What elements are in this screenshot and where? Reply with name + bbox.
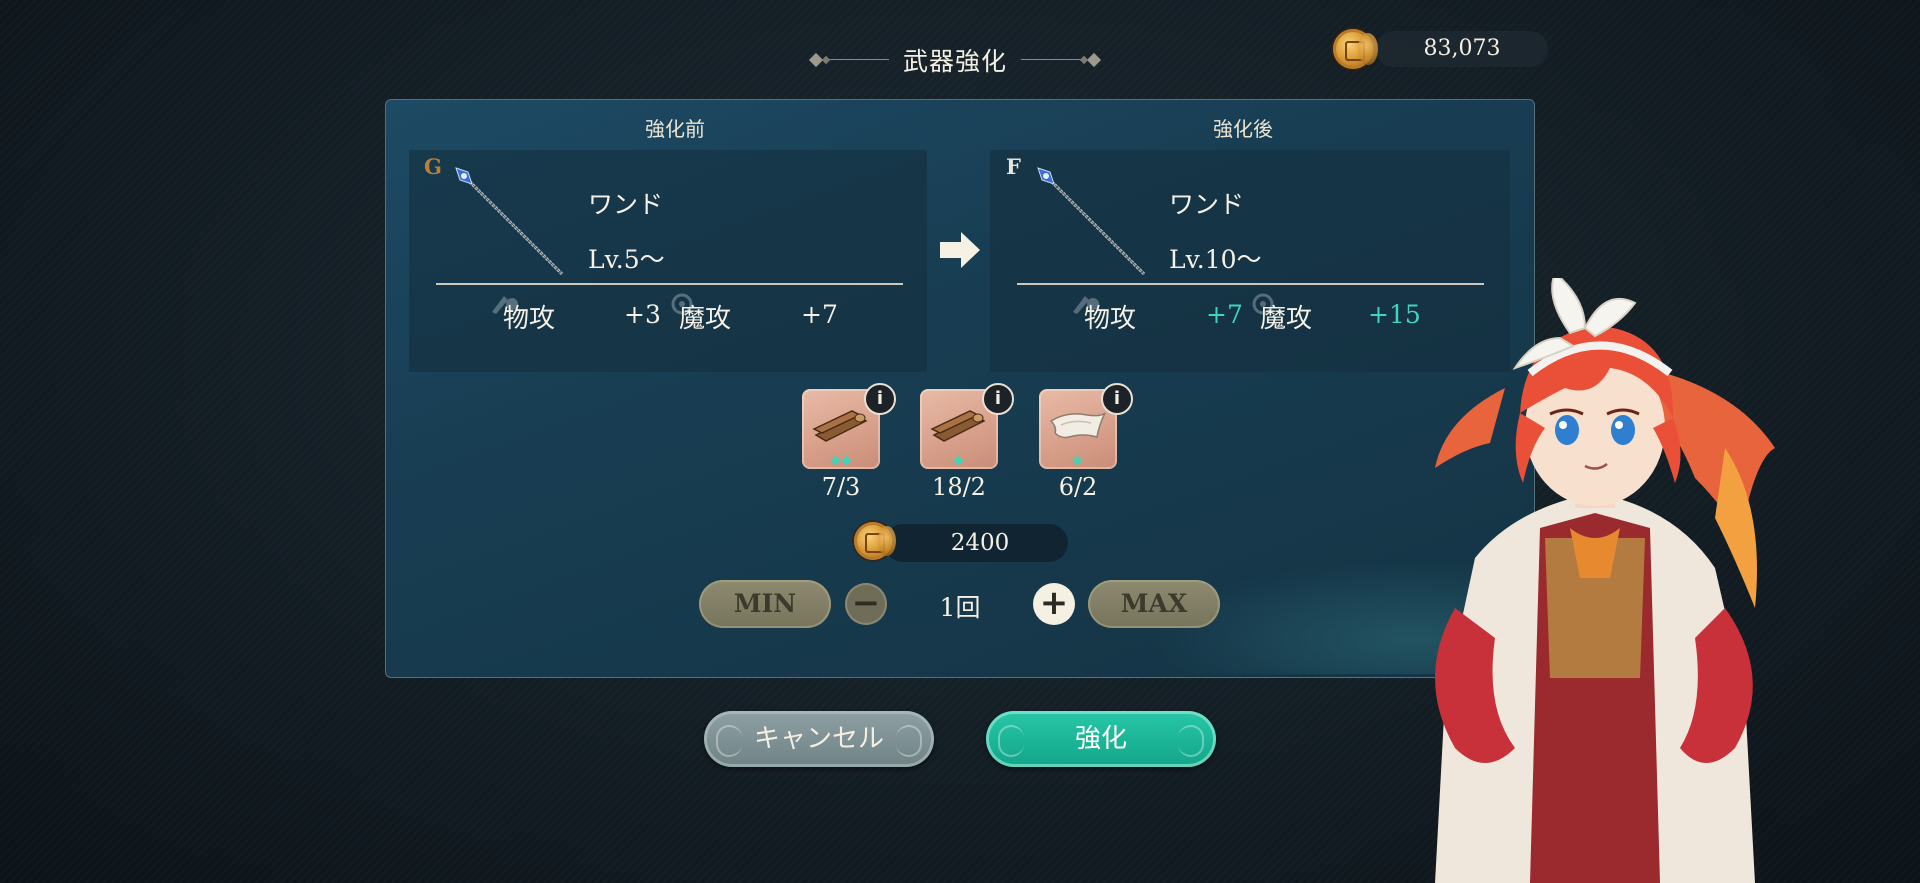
decrement-button[interactable]: − [845,583,887,625]
before-matk-value: +7 [801,300,838,329]
enhance-confirm-button[interactable]: 強化 [986,711,1216,767]
screen-title: 武器強化 [902,47,1007,76]
after-weapon-level: Lv.10〜 [1169,245,1262,274]
title-ornament-left [808,52,889,68]
lumber-icon [930,410,986,442]
material-count-2: 18/2 [932,473,986,501]
max-button[interactable]: MAX [1088,580,1220,628]
before-weapon-level: Lv.5〜 [588,245,665,274]
before-patk-value: +3 [624,300,661,329]
after-matk-label: 魔攻 [1260,304,1313,334]
material-info-button-2[interactable]: i [982,383,1014,415]
lumber-icon [812,410,868,442]
material-count-1: 7/3 [821,473,861,501]
gold-coin-edge-icon [878,526,896,556]
character-portrait [1435,278,1775,883]
after-heading: 強化後 [1213,117,1273,141]
before-rank-badge: G [424,154,442,179]
quantity-value: 1回 [939,593,981,622]
material-count-3: 6/2 [1058,473,1098,501]
before-heading: 強化前 [645,117,705,141]
after-rank-badge: F [1006,154,1021,179]
currency-amount: 83,073 [1423,36,1501,61]
cost-amount: 2400 [950,530,1010,556]
after-patk-label: 物攻 [1084,304,1137,334]
after-weapon-name: ワンド [1169,190,1245,219]
increment-button[interactable]: + [1033,583,1075,625]
after-patk-value: +7 [1206,300,1243,329]
gold-coin-edge-icon [1358,33,1378,65]
wand-icon [1037,167,1146,276]
material-info-button-3[interactable]: i [1101,383,1133,415]
min-button[interactable]: MIN [699,580,831,628]
cancel-button[interactable]: キャンセル [704,711,934,767]
screen-title-bar: 武器強化 [808,40,1102,80]
arrow-right-icon [940,232,980,268]
before-patk-label: 物攻 [503,304,556,334]
wand-icon [455,167,564,276]
cloth-icon [1049,412,1106,439]
material-info-button-1[interactable]: i [864,383,896,415]
before-weapon-name: ワンド [588,190,664,219]
title-ornament-right [1021,52,1102,68]
before-divider [436,283,903,285]
before-matk-label: 魔攻 [679,304,732,334]
